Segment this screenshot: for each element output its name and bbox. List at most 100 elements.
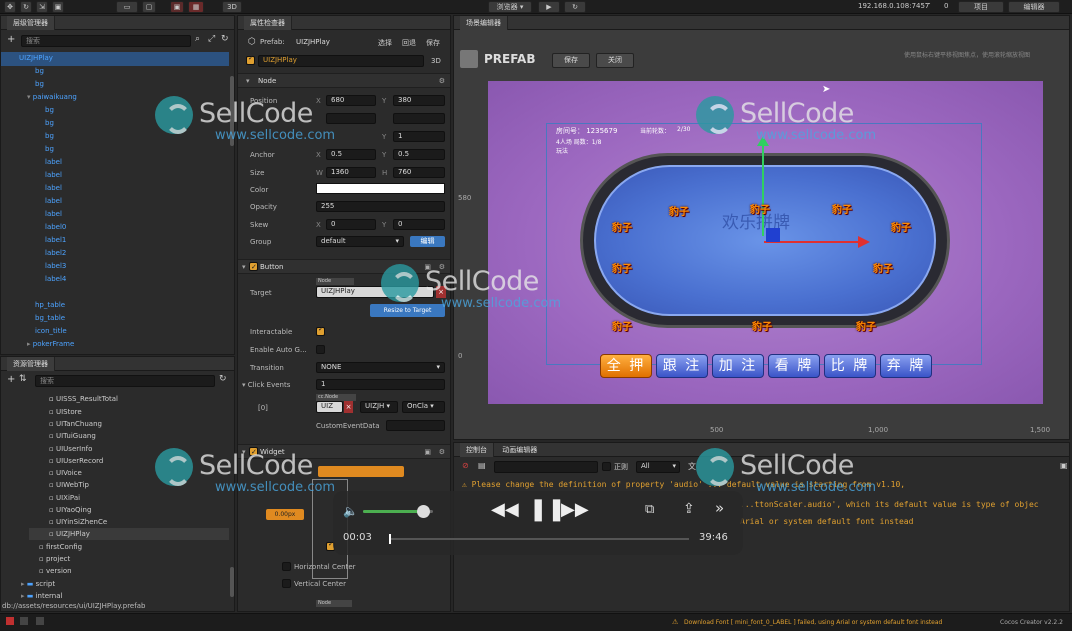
scale-y-input[interactable]: 1 — [393, 131, 445, 142]
info-indicator-icon[interactable] — [36, 617, 44, 625]
asset-item[interactable]: ▫ UIZJHPlay — [49, 528, 90, 541]
tree-node[interactable]: label — [45, 208, 62, 221]
clear-target-icon[interactable]: × — [436, 286, 446, 298]
anchor-y-input[interactable]: 0.5 — [393, 149, 445, 160]
hierarchy-search[interactable]: 搜索 — [21, 35, 191, 47]
compare-button[interactable]: 比 牌 — [824, 354, 876, 378]
pivot-icon[interactable]: ▢ — [142, 1, 156, 13]
clear-console-icon[interactable]: ⊘ — [462, 461, 469, 470]
tree-node[interactable]: bg — [45, 130, 54, 143]
tree-node[interactable]: label — [45, 156, 62, 169]
tree-node[interactable]: bg — [45, 117, 54, 130]
event-handler-select[interactable]: OnCla ▾ — [402, 401, 445, 413]
tree-node[interactable]: label1 — [45, 234, 66, 247]
tree-node[interactable]: label — [45, 169, 62, 182]
skew-y-input[interactable]: 0 — [393, 219, 445, 230]
tree-node[interactable]: bg — [35, 78, 44, 91]
call-button[interactable]: 跟 注 — [656, 354, 708, 378]
gizmo-toggle-icon[interactable]: ▭ — [116, 1, 138, 13]
prefab-select-button[interactable]: 选择 — [378, 38, 392, 48]
widget-left-field[interactable]: 0.00px — [266, 509, 304, 520]
tree-node[interactable]: bg — [35, 65, 44, 78]
mode-3d-toggle[interactable]: 3D — [431, 57, 441, 65]
event-component-select[interactable]: UIZJH ▾ — [360, 401, 398, 413]
more-icon[interactable]: » — [715, 499, 724, 517]
event-node-input[interactable]: UIZ — [316, 401, 343, 413]
expand-icon[interactable]: ⤢ — [208, 34, 215, 44]
group-edit-button[interactable]: 编辑 — [410, 236, 445, 247]
play-icon[interactable]: ▶ — [538, 1, 560, 13]
editor-button[interactable]: 编辑器 — [1008, 1, 1060, 13]
rotation-input[interactable] — [326, 113, 376, 124]
widget-section-header[interactable]: ▾Widget▣⚙ — [238, 444, 450, 460]
all-in-button[interactable]: 全 押 — [600, 354, 652, 378]
console-tab[interactable]: 控制台 — [460, 443, 494, 457]
scrollbar[interactable] — [230, 76, 234, 146]
tree-node[interactable]: label2 — [45, 247, 66, 260]
vertical-center-checkbox[interactable] — [282, 579, 291, 588]
preview-select[interactable]: 浏览器 ▾ — [488, 1, 532, 13]
clear-event-icon[interactable]: × — [344, 401, 353, 413]
animation-tab[interactable]: 动画编辑器 — [502, 446, 537, 454]
pip-icon[interactable]: ⧉ — [645, 502, 654, 517]
tree-node[interactable]: bg_table — [35, 312, 65, 325]
target-input[interactable]: UIZJHPlay — [316, 286, 434, 298]
project-button[interactable]: 项目 — [958, 1, 1004, 13]
sort-icon[interactable]: ⇅ — [19, 374, 27, 384]
refresh-icon[interactable]: ↻ — [221, 34, 229, 44]
enable-auto-gray-checkbox[interactable] — [316, 345, 325, 354]
node-name-input[interactable]: UIZJHPlay — [258, 55, 424, 67]
size-width-input[interactable]: 1360 — [326, 167, 376, 178]
position-y-input[interactable]: 380 — [393, 95, 445, 106]
node-section-header[interactable]: ▾ Node ⚙ — [238, 73, 450, 88]
progress-marker[interactable] — [389, 534, 392, 544]
asset-item[interactable]: ▫ UISSS_ResultTotal — [49, 393, 118, 406]
group-select[interactable]: default ▾ — [316, 236, 404, 247]
asset-item[interactable]: ▫ version — [39, 565, 72, 578]
button-section-header[interactable]: ▾Button▣⚙ — [238, 259, 450, 275]
volume-icon[interactable]: 🔈 — [343, 504, 358, 518]
fast-forward-icon[interactable]: ▶▶ — [561, 499, 589, 520]
tree-node[interactable]: label — [45, 195, 62, 208]
tree-node[interactable]: label0 — [45, 221, 66, 234]
volume-knob[interactable] — [416, 505, 430, 518]
rect-tool-icon[interactable]: ▣ — [52, 1, 64, 13]
tree-node[interactable]: bg — [45, 104, 54, 117]
volume-slider[interactable] — [363, 505, 433, 518]
x-arrow-icon[interactable] — [858, 236, 870, 248]
color-swatch[interactable] — [316, 183, 445, 194]
tree-node[interactable]: label — [45, 182, 62, 195]
fold-button[interactable]: 弃 牌 — [880, 354, 932, 378]
tree-node[interactable]: bg — [45, 143, 54, 156]
scene-close-button[interactable]: 关闭 — [596, 53, 634, 68]
open-log-icon[interactable]: ▤ — [478, 461, 486, 470]
position-x-input[interactable]: 680 — [326, 95, 376, 106]
refresh-icon[interactable]: ↻ — [564, 1, 586, 13]
font-size-icon[interactable]: 文 — [688, 461, 696, 472]
regex-checkbox[interactable] — [602, 462, 611, 471]
tree-node[interactable]: icon_title — [35, 325, 67, 338]
console-filter-input[interactable] — [494, 461, 598, 473]
skew-x-input[interactable]: 0 — [326, 219, 376, 230]
y-axis-gizmo[interactable] — [762, 142, 764, 236]
gizmo-center-handle[interactable] — [766, 228, 780, 242]
refresh-icon[interactable]: ↻ — [219, 374, 227, 384]
scale-tool-icon[interactable]: ⇲ — [36, 1, 48, 13]
look-cards-button[interactable]: 看 牌 — [768, 354, 820, 378]
tree-node[interactable]: label3 — [45, 260, 66, 273]
interactable-checkbox[interactable] — [316, 325, 325, 336]
prefab-revert-button[interactable]: 回退 — [402, 38, 416, 48]
assets-search[interactable]: 搜索 — [35, 375, 215, 387]
error-indicator-icon[interactable] — [6, 617, 14, 625]
raise-button[interactable]: 加 注 — [712, 354, 764, 378]
share-icon[interactable]: ⇪ — [683, 501, 695, 517]
move-tool-icon[interactable]: ✥ — [4, 1, 16, 13]
log-level-select[interactable]: All ▾ — [636, 461, 680, 473]
local-icon[interactable]: ▣ — [170, 1, 184, 13]
tree-node[interactable]: ▾ paiwaikuang — [27, 91, 77, 104]
tree-node[interactable]: UIZJHPlay — [19, 52, 53, 65]
custom-event-data-input[interactable] — [386, 420, 445, 431]
click-events-count[interactable]: 1 — [316, 379, 445, 390]
horizontal-center-checkbox[interactable] — [282, 562, 291, 571]
collapse-icon[interactable]: ▣ — [1060, 461, 1068, 470]
